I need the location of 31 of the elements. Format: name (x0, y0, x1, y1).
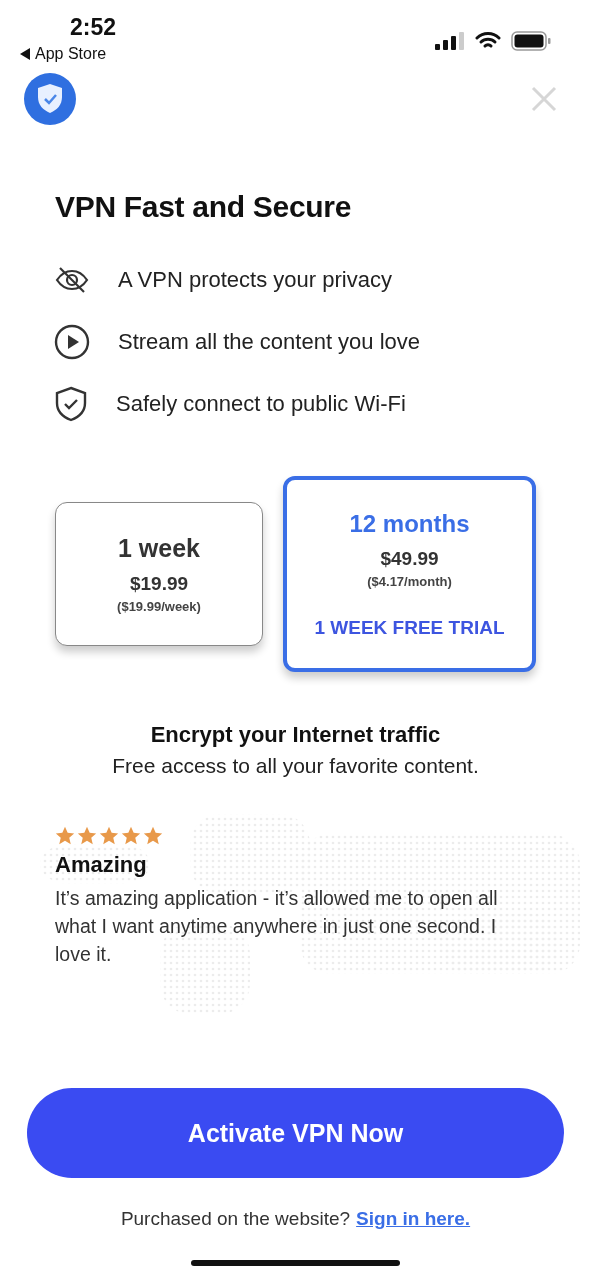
plan-card[interactable]: 1 week $19.99 ($19.99/week) (55, 502, 263, 646)
review-text: It’s amazing application - it’s allowed me to open all what I want anytime anywhere in just one second. I love it. (55, 886, 499, 967)
headline: Encrypt your Internet traffic (150, 722, 441, 748)
plan-rate: ($4.17/month) (367, 573, 452, 589)
plan-card[interactable]: 12 months $49.99 ($4.17/month) 1 WEEK FREE TRIAL (283, 476, 536, 672)
feature-text: A VPN protects your privacy (118, 267, 392, 293)
shield-logo-icon (24, 73, 76, 125)
back-label[interactable]: App Store (35, 45, 107, 63)
plan-name: 1 week (118, 534, 200, 563)
back-link[interactable]: App Store (20, 45, 107, 63)
battery-icon (511, 31, 551, 51)
subline: Free access to all your favorite content. (112, 754, 479, 778)
plan-price: $19.99 (129, 573, 189, 595)
activate-button[interactable]: Activate VPN Now (27, 1088, 564, 1178)
feature-text: Safely connect to public Wi-Fi (116, 391, 406, 417)
page-title: VPN Fast and Secure (55, 190, 353, 224)
play-icon (54, 324, 90, 360)
plan-price: $49.99 (380, 547, 439, 570)
footer-text: Purchased on the website? (120, 1208, 351, 1230)
eye-off-icon (54, 265, 90, 295)
plan-name: 12 months (349, 509, 470, 538)
shield-check-icon (54, 386, 88, 422)
review-title: Amazing (55, 852, 148, 878)
plan-rate: ($19.99/week) (117, 599, 201, 614)
back-triangle-icon (20, 48, 30, 60)
feature-text: Stream all the content you love (118, 329, 421, 355)
trial-label: 1 WEEK FREE TRIAL (314, 616, 505, 639)
status-time: 2:52 (70, 14, 117, 41)
close-icon[interactable] (531, 86, 557, 112)
signal-icon (435, 32, 465, 50)
sign-in-link[interactable]: Sign in here. (356, 1208, 471, 1230)
